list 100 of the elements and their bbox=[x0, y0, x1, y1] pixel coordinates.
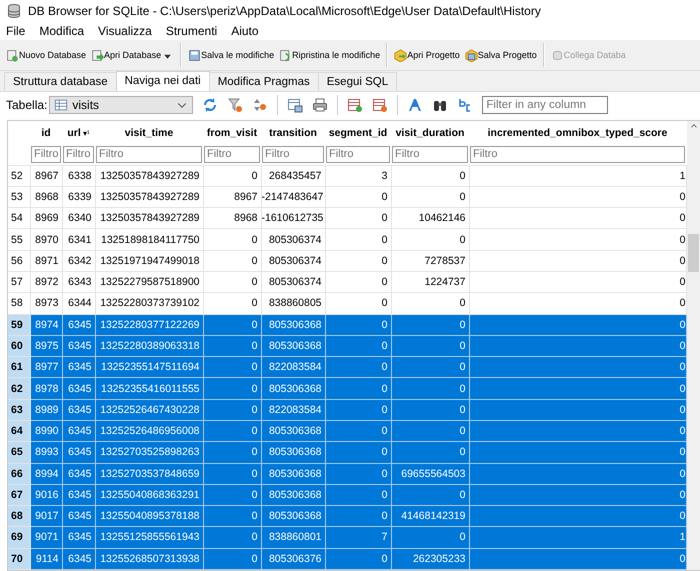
row-number[interactable]: 69 bbox=[8, 526, 30, 548]
clear-filter-icon[interactable] bbox=[227, 97, 244, 113]
table-cell: 0 bbox=[203, 526, 261, 548]
menu-item[interactable]: Modifica bbox=[35, 24, 94, 38]
row-number[interactable]: 63 bbox=[8, 399, 30, 420]
table-cell: 0 bbox=[469, 378, 686, 400]
scrollbar-thumb[interactable] bbox=[688, 234, 699, 272]
table-cell: 0 bbox=[325, 292, 391, 314]
table-cell: 0 bbox=[325, 228, 391, 250]
filter-field[interactable]: Filtro bbox=[96, 146, 202, 163]
toolbar-button[interactable]: Ripristina le modifiche bbox=[277, 43, 382, 67]
row-number[interactable]: 65 bbox=[8, 442, 30, 463]
save-table-icon[interactable] bbox=[287, 97, 304, 113]
table-cell: 805306374 bbox=[261, 250, 325, 272]
search-field[interactable]: Filter in any column bbox=[482, 96, 608, 114]
insert-record-icon[interactable] bbox=[347, 97, 364, 113]
table-cell: 0 bbox=[469, 228, 686, 250]
table-cell: 0 bbox=[391, 335, 469, 357]
filter-field[interactable]: Filtro bbox=[326, 146, 390, 163]
table-cell: 8970 bbox=[30, 228, 62, 250]
scrollbar[interactable] bbox=[686, 121, 700, 570]
table-cell: 6345 bbox=[62, 463, 95, 484]
column-header[interactable]: visit_duration bbox=[391, 121, 469, 144]
table-cell: 0 bbox=[203, 463, 261, 484]
column-header[interactable]: transition bbox=[261, 121, 325, 144]
table-cell: 0 bbox=[325, 356, 391, 378]
table-cell: 9071 bbox=[30, 526, 62, 548]
save-icon bbox=[188, 48, 202, 62]
refresh-icon[interactable] bbox=[202, 97, 218, 113]
toolbar-button[interactable]: Nuovo Database bbox=[4, 43, 88, 67]
text-format-icon[interactable] bbox=[407, 97, 424, 113]
filter-field[interactable]: Filtro bbox=[63, 146, 94, 163]
toolbar-button[interactable]: Apri Progetto bbox=[392, 43, 462, 67]
column-header[interactable]: visit_time bbox=[95, 121, 203, 144]
table-cell: 6345 bbox=[62, 420, 95, 442]
table-cell: 0 bbox=[325, 250, 391, 272]
filter-field[interactable]: Filtro bbox=[470, 146, 685, 163]
table-cell: 13255040895378188 bbox=[95, 506, 203, 527]
table-cell: 13255040868363291 bbox=[95, 484, 203, 506]
table-cell: 8968 bbox=[203, 208, 261, 229]
table-cell: 805306374 bbox=[261, 228, 325, 250]
column-header[interactable]: segment_id bbox=[325, 121, 391, 144]
table-cell: 0 bbox=[391, 399, 469, 420]
filter-field[interactable]: Filtro bbox=[204, 146, 260, 163]
menu-item[interactable]: Strumenti bbox=[162, 24, 228, 38]
table-cell: 6340 bbox=[62, 208, 95, 229]
tab[interactable]: Esegui SQL bbox=[318, 72, 398, 91]
toolbar-button[interactable]: Salva le modifiche bbox=[186, 43, 276, 67]
row-number[interactable]: 66 bbox=[8, 463, 30, 484]
filter-field[interactable]: Filtro bbox=[31, 146, 61, 163]
table-cell: 13252703525898263 bbox=[95, 442, 203, 463]
table-cell: 8977 bbox=[30, 356, 62, 378]
row-number[interactable]: 53 bbox=[8, 186, 30, 208]
filter-field[interactable]: Filtro bbox=[262, 146, 324, 163]
sort-clear-icon[interactable] bbox=[252, 97, 268, 113]
print-icon[interactable] bbox=[312, 97, 328, 113]
row-number[interactable]: 61 bbox=[8, 356, 30, 378]
table-cell: 8968 bbox=[30, 186, 62, 208]
table-cell: 0 bbox=[469, 271, 686, 293]
row-number[interactable]: 60 bbox=[8, 335, 30, 357]
row-number[interactable]: 70 bbox=[8, 548, 30, 570]
row-number[interactable]: 62 bbox=[8, 378, 30, 400]
table-cell: 9016 bbox=[30, 484, 62, 506]
delete-record-icon[interactable] bbox=[372, 97, 388, 113]
row-number[interactable]: 57 bbox=[8, 271, 30, 293]
row-number[interactable]: 52 bbox=[8, 165, 30, 186]
row-number[interactable]: 59 bbox=[8, 314, 30, 336]
column-header[interactable]: url ▾¹ bbox=[62, 121, 95, 144]
row-number[interactable]: 64 bbox=[8, 420, 30, 442]
table-cell: 0 bbox=[325, 208, 391, 229]
toolbar-button[interactable]: Apri Database bbox=[89, 43, 176, 67]
table-cell: 8971 bbox=[30, 250, 62, 272]
menu-item[interactable]: Aiuto bbox=[227, 24, 269, 38]
menu-item[interactable]: Visualizza bbox=[94, 24, 162, 38]
toolbar-button[interactable]: Salva Progetto bbox=[462, 43, 539, 67]
filter-field[interactable]: Filtro bbox=[392, 146, 468, 163]
column-header[interactable]: incremented_omnibox_typed_score bbox=[469, 121, 686, 144]
row-number[interactable]: 55 bbox=[8, 228, 30, 250]
menu-item[interactable]: File bbox=[2, 24, 36, 38]
table-cell: 6342 bbox=[62, 250, 95, 272]
tab[interactable]: Modifica Pragmas bbox=[208, 72, 319, 91]
table-cell: 0 bbox=[469, 420, 686, 442]
table-cell: 822083584 bbox=[261, 399, 325, 420]
row-number[interactable]: 67 bbox=[8, 484, 30, 506]
table-cell: 9114 bbox=[30, 548, 62, 570]
tab[interactable]: Naviga nei dati bbox=[116, 71, 210, 91]
row-number[interactable]: 58 bbox=[8, 292, 30, 314]
table-cell: 0 bbox=[391, 442, 469, 463]
table-dropdown[interactable]: visits bbox=[49, 96, 194, 114]
row-number[interactable]: 54 bbox=[8, 208, 30, 229]
table-icon bbox=[54, 98, 68, 112]
table-cell: 0 bbox=[203, 228, 261, 250]
column-header[interactable]: from_visit bbox=[203, 121, 261, 144]
tab[interactable]: Struttura database bbox=[4, 72, 117, 91]
table-cell: 0 bbox=[469, 314, 686, 336]
row-number[interactable]: 56 bbox=[8, 250, 30, 272]
row-number[interactable]: 68 bbox=[8, 506, 30, 527]
table-cell: 0 bbox=[391, 356, 469, 378]
column-header[interactable]: id bbox=[30, 121, 62, 144]
table-cell: 0 bbox=[469, 442, 686, 463]
